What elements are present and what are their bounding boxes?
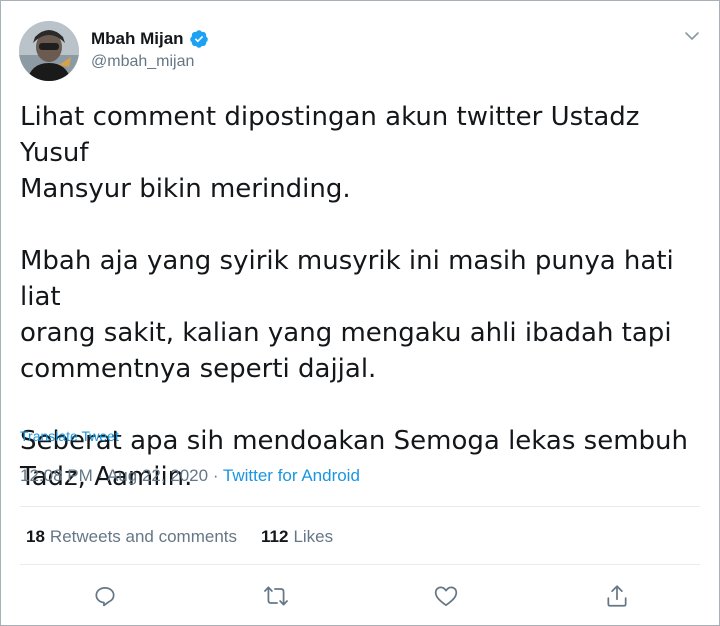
author-handle[interactable]: @mbah_mijan [91,53,209,71]
meta-separator: · [92,466,107,485]
avatar-image [19,21,79,81]
translate-tweet-link[interactable]: Translate Tweet [20,428,119,444]
divider [20,506,700,507]
likes-label: Likes [293,527,334,546]
author-display-name[interactable]: Mbah Mijan [91,29,184,49]
tweet-stats: 18 Retweets and comments 112 Likes [26,527,333,547]
author-block: Mbah Mijan @mbah_mijan [91,27,209,71]
share-icon[interactable] [604,583,630,609]
tweet-time[interactable]: 12:08 PM [20,466,93,485]
tweet-source-link[interactable]: Twitter for Android [223,466,360,485]
like-icon[interactable] [433,583,459,609]
tweet-meta: 12:08 PM · Aug 22, 2020 · Twitter for An… [20,466,360,486]
divider [20,564,700,565]
tweet-actions [1,583,720,609]
retweets-stat[interactable]: 18 Retweets and comments [26,527,237,547]
likes-count: 112 [261,527,289,546]
verified-badge-icon [189,30,208,48]
tweet-date[interactable]: Aug 22, 2020 [107,466,208,485]
chevron-down-icon[interactable] [683,27,701,45]
retweets-count: 18 [26,527,45,546]
retweet-icon[interactable] [263,583,289,609]
reply-icon[interactable] [92,583,118,609]
tweet-card: Mbah Mijan @mbah_mijan Lihat comment dip… [0,0,720,626]
likes-stat[interactable]: 112 Likes [261,527,333,547]
tweet-text: Lihat comment dipostingan akun twitter U… [20,102,688,492]
meta-separator: · [208,466,223,485]
avatar[interactable] [19,21,79,81]
retweets-label: Retweets and comments [49,527,238,546]
